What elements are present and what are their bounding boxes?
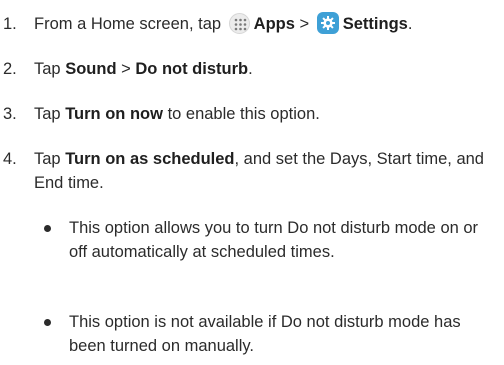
step-text-intro: Tap [34,105,61,123]
step-text: Tap Turn on now to enable this option. [34,102,502,126]
sound-label: Sound [65,60,117,78]
do-not-disturb-label: Do not disturb [135,60,249,78]
separator: > [121,60,131,78]
turn-on-as-scheduled-label: Turn on as scheduled [65,150,235,168]
separator: > [299,15,310,33]
step-text-rest: to enable this option. [167,105,320,123]
step-text: Tap Sound > Do not disturb. [34,57,502,81]
apps-label: Apps [253,15,295,33]
bullet-dot [44,225,51,232]
step-text-intro: From a Home screen, tap [34,15,222,33]
step-text: Tap Turn on as scheduled, and set the Da… [34,147,502,195]
step-number: 4. [3,150,17,168]
period: . [248,60,253,78]
step-number: 2. [3,60,17,78]
step-text-intro: Tap [34,60,61,78]
step-number: 3. [3,105,17,123]
turn-on-now-label: Turn on now [65,105,163,123]
step-number: 1. [3,15,17,33]
settings-label: Settings [342,15,408,33]
step-text-intro: Tap [34,150,61,168]
bullet-text: This option allows you to turn Do not di… [69,219,479,261]
bullet-text: This option is not available if Do not d… [69,313,461,355]
step-text: From a Home screen, tap Apps > Settings. [34,12,502,36]
apps-grid-icon [228,13,250,34]
bullet-dot [44,319,51,326]
gear-icon [316,12,339,34]
period: . [407,15,413,33]
